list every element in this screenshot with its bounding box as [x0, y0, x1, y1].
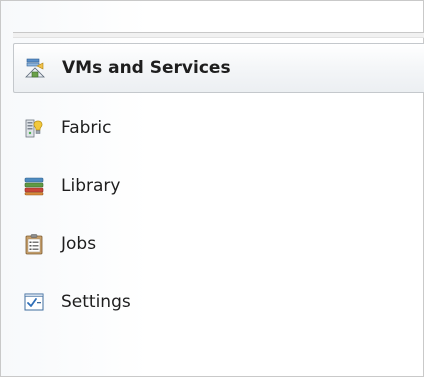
nav-item-label: Library	[61, 176, 121, 196]
nav-item-settings[interactable]: Settings	[13, 273, 424, 331]
nav-item-label: Settings	[61, 292, 131, 312]
nav-item-library[interactable]: Library	[13, 157, 424, 215]
library-icon	[24, 177, 44, 196]
fabric-icon	[25, 119, 43, 138]
nav-item-label: VMs and Services	[62, 58, 231, 78]
workspace-nav-list: VMs and Services Fabric Library Jobs Set…	[13, 43, 424, 331]
nav-item-label: Jobs	[61, 234, 97, 254]
vms-and-services-icon	[25, 58, 45, 78]
jobs-icon	[25, 234, 43, 255]
nav-item-fabric[interactable]: Fabric	[13, 99, 424, 157]
settings-icon	[24, 293, 44, 311]
pane-splitter[interactable]	[13, 32, 424, 38]
nav-item-vms-and-services[interactable]: VMs and Services	[13, 43, 424, 93]
navigation-pane: VMs and Services Fabric Library Jobs Set…	[0, 0, 424, 377]
nav-item-jobs[interactable]: Jobs	[13, 215, 424, 273]
nav-item-label: Fabric	[61, 118, 112, 138]
